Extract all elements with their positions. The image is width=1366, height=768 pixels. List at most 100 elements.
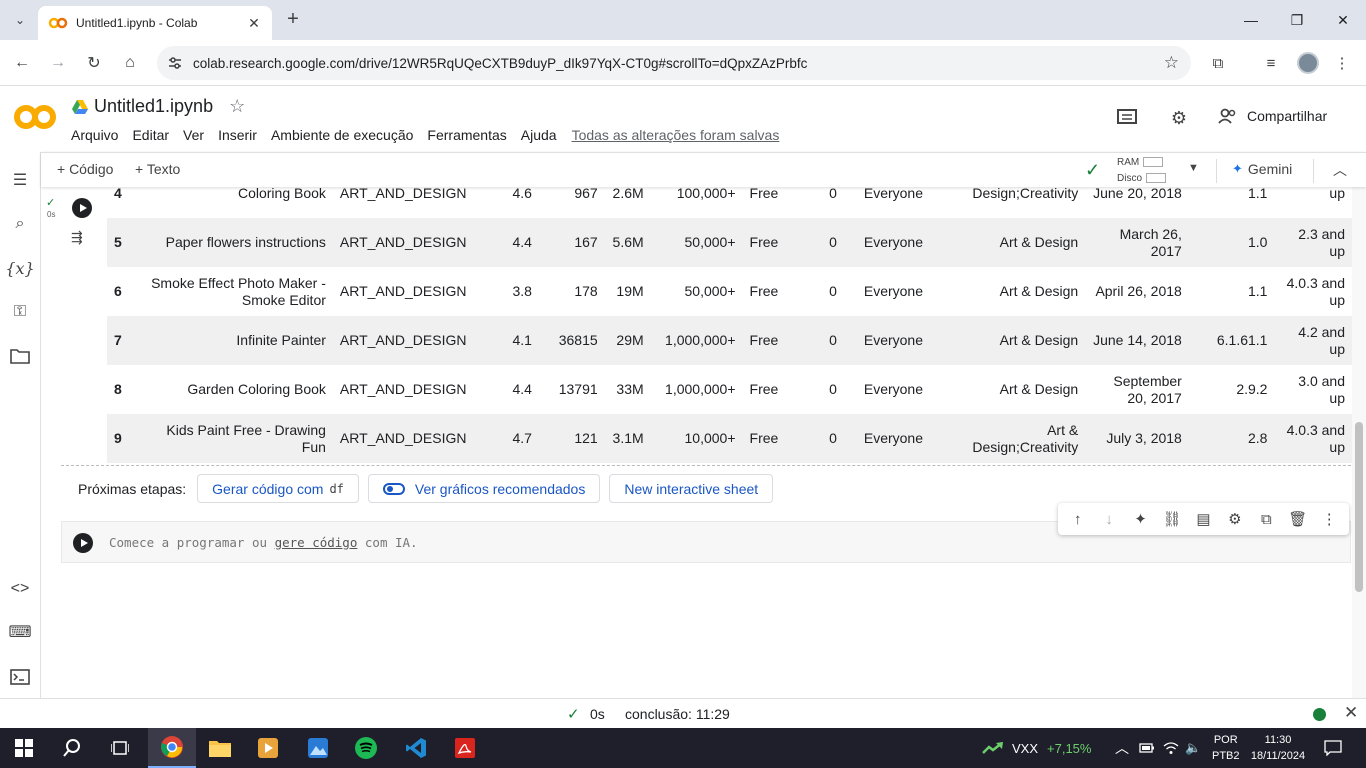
saved-status-link[interactable]: Todas as alterações foram salvas <box>572 127 780 143</box>
browser-tab-colab[interactable]: Untitled1.ipynb - Colab ✕ <box>38 6 272 40</box>
code-snippets-icon[interactable]: <> <box>8 577 32 601</box>
recommended-charts-button[interactable]: Ver gráficos recomendados <box>367 474 601 503</box>
run-cell-button[interactable] <box>72 198 92 218</box>
row-index: 6 <box>114 283 122 299</box>
photos-app-icon[interactable] <box>294 728 342 768</box>
comment-icon[interactable]: ▤ <box>1192 508 1214 530</box>
more-options-icon[interactable]: ⋮ <box>1318 508 1340 530</box>
add-text-cell-button[interactable]: + Texto <box>135 161 180 177</box>
forward-arrow-icon[interactable]: → <box>46 51 70 75</box>
resource-monitor[interactable]: RAM Disco <box>1117 155 1167 187</box>
show-hidden-icons-chevron-icon[interactable]: ︿ <box>1115 728 1129 768</box>
reload-icon[interactable]: ↻ <box>82 51 106 75</box>
close-window-icon[interactable]: ✕ <box>1320 0 1366 40</box>
menu-editar[interactable]: Editar <box>132 127 169 143</box>
address-bar[interactable]: colab.research.google.com/drive/12WR5RqU… <box>157 46 1191 80</box>
extensions-puzzle-icon[interactable]: ⧉ <box>1206 51 1230 75</box>
file-explorer-icon[interactable] <box>196 728 244 768</box>
output-actions-icon[interactable]: ⇶ <box>71 229 93 245</box>
cell-exec-time: 0s <box>47 210 56 219</box>
notebook-title[interactable]: Untitled1.ipynb <box>94 96 213 117</box>
menu-ver[interactable]: Ver <box>183 127 204 143</box>
new-tab-plus-icon[interactable]: + <box>282 9 304 31</box>
minimize-icon[interactable]: — <box>1228 0 1274 40</box>
spotify-icon[interactable] <box>342 728 390 768</box>
generate-code-link[interactable]: gere código <box>275 535 358 550</box>
collapse-header-chevron-icon[interactable]: ︿ <box>1333 160 1347 180</box>
pdf-reader-icon[interactable] <box>441 728 489 768</box>
windows-start-icon[interactable] <box>0 728 48 768</box>
stock-widget[interactable]: VXX +7,15% <box>982 728 1091 768</box>
bookmark-star-icon[interactable]: ☆ <box>1164 53 1179 73</box>
add-code-cell-button[interactable]: + Código <box>57 161 113 177</box>
input-language[interactable]: POR PTB2 <box>1212 728 1240 768</box>
delete-trash-icon[interactable]: 🗑 <box>1287 508 1309 530</box>
cell-app: Kids Paint Free - Drawing Fun <box>166 421 326 455</box>
wifi-icon[interactable] <box>1163 728 1179 768</box>
status-completion[interactable]: conclusão: 11:29 <box>625 706 730 722</box>
share-button[interactable]: Compartilhar <box>1218 108 1327 124</box>
task-view-icon[interactable] <box>96 728 144 768</box>
chrome-menu-icon[interactable]: ⋮ <box>1330 51 1354 75</box>
profile-avatar[interactable] <box>1297 52 1319 74</box>
mirror-cell-icon[interactable]: ⧉ <box>1255 508 1277 530</box>
comments-icon[interactable] <box>1115 106 1139 130</box>
menu-ambiente[interactable]: Ambiente de execução <box>271 127 413 143</box>
tab-close-icon[interactable]: ✕ <box>246 15 262 32</box>
star-notebook-icon[interactable]: ☆ <box>229 96 245 117</box>
media-player-icon[interactable] <box>244 728 292 768</box>
cell-installs: 1,000,000+ <box>665 332 736 348</box>
content-scrollbar[interactable] <box>1352 187 1366 698</box>
move-cell-down-icon[interactable]: ↓ <box>1098 508 1120 530</box>
runtime-status-dot-icon[interactable] <box>1313 708 1326 721</box>
tab-search-chevron-icon[interactable]: ⌄ <box>8 8 32 32</box>
cell-settings-gear-icon[interactable]: ⚙ <box>1224 508 1246 530</box>
settings-gear-icon[interactable]: ⚙ <box>1167 106 1191 130</box>
colab-logo-icon[interactable] <box>14 104 56 130</box>
variables-icon[interactable]: {x} <box>5 256 34 280</box>
code-placeholder[interactable]: Comece a programar ou gere código com IA… <box>109 535 418 550</box>
taskbar-search-icon[interactable] <box>48 728 96 768</box>
generate-code-button[interactable]: Gerar código com df <box>197 474 359 503</box>
restore-icon[interactable]: ❐ <box>1274 0 1320 40</box>
media-control-icon[interactable]: ≡ <box>1259 51 1283 75</box>
system-clock[interactable]: 11:30 18/11/2024 <box>1246 728 1310 768</box>
menu-arquivo[interactable]: Arquivo <box>71 127 118 143</box>
command-palette-icon[interactable]: ⌨ <box>8 620 32 644</box>
close-status-icon[interactable]: ✕ <box>1344 703 1358 723</box>
volume-speaker-icon[interactable]: 🔈 <box>1185 728 1201 768</box>
cell-rating: 4.4 <box>512 381 532 397</box>
battery-icon[interactable] <box>1139 728 1155 768</box>
gemini-cell-sparkle-icon[interactable]: ✦ <box>1130 508 1152 530</box>
cell-last-updated: September 20, 2017 <box>1113 372 1182 406</box>
cell-last-updated: June 20, 2018 <box>1093 187 1182 201</box>
run-empty-cell-button[interactable] <box>73 533 93 553</box>
menu-inserir[interactable]: Inserir <box>218 127 257 143</box>
gemini-button[interactable]: ✦ Gemini <box>1232 161 1292 177</box>
cell-installs: 1,000,000+ <box>665 381 736 397</box>
home-icon[interactable]: ⌂ <box>118 51 142 75</box>
files-folder-icon[interactable] <box>8 344 32 368</box>
new-interactive-sheet-button[interactable]: New interactive sheet <box>609 474 774 503</box>
vscode-icon[interactable] <box>392 728 440 768</box>
runtime-dropdown-chevron-icon[interactable]: ▼ <box>1188 162 1199 174</box>
move-cell-up-icon[interactable]: ↑ <box>1067 508 1089 530</box>
chrome-taskbar-icon[interactable] <box>148 728 196 768</box>
cell-reviews: 967 <box>574 187 598 201</box>
cell-content-rating: Everyone <box>863 234 924 250</box>
search-icon[interactable]: ⌕ <box>8 212 32 236</box>
terminal-icon[interactable] <box>8 665 32 689</box>
google-drive-icon[interactable] <box>72 99 88 114</box>
menu-ferramentas[interactable]: Ferramentas <box>427 127 506 143</box>
link-icon[interactable]: ⛓ <box>1161 508 1183 530</box>
cell-price: 0 <box>829 187 837 201</box>
back-arrow-icon[interactable]: ← <box>10 51 34 75</box>
menu-ajuda[interactable]: Ajuda <box>521 127 557 143</box>
scrollbar-thumb[interactable] <box>1355 422 1363 592</box>
secrets-key-icon[interactable]: ⚿ <box>8 300 32 324</box>
cell-genres: Art & Design <box>999 332 1079 348</box>
notifications-icon[interactable] <box>1324 728 1342 768</box>
site-info-tune-icon[interactable] <box>167 55 183 71</box>
table-of-contents-icon[interactable]: ☰ <box>8 168 32 192</box>
status-elapsed[interactable]: 0s <box>590 706 605 722</box>
